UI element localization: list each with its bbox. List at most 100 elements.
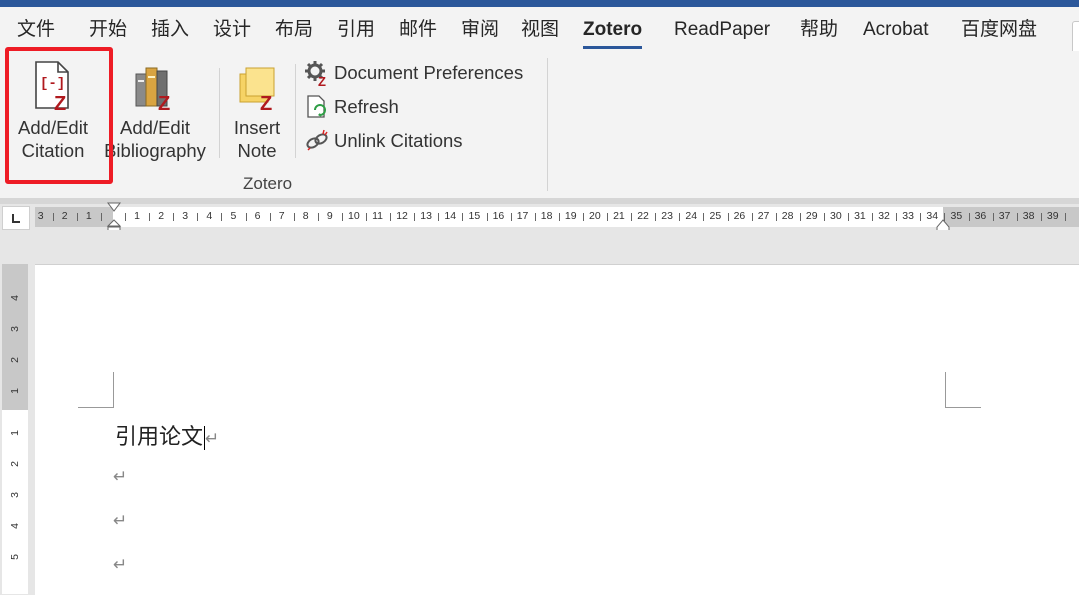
add-edit-bibliography-button[interactable]: Z Add/Edit Bibliography (100, 58, 210, 162)
ruler-label: 9 (326, 210, 333, 222)
unlink-citations-button[interactable]: Unlink Citations (304, 127, 463, 155)
vertical-ruler-label: 5 (8, 554, 21, 560)
ruler-tick (655, 213, 657, 221)
ruler-label: 37 (998, 210, 1011, 222)
ruler-tick (631, 213, 633, 221)
ruler-label: 2 (158, 210, 165, 222)
ruler-label: 4 (206, 210, 213, 222)
ruler-label: 17 (516, 210, 529, 222)
tab-acrobat[interactable]: Acrobat (863, 17, 928, 43)
paragraph-mark: ↵ (205, 429, 220, 449)
tab-view[interactable]: 视图 (521, 17, 559, 43)
unlink-citations-label: Unlink Citations (334, 130, 463, 151)
ribbon-separator (295, 64, 296, 158)
ruler-label: 32 (878, 210, 890, 222)
gear-icon: Z (305, 61, 326, 86)
ribbon-group-separator (547, 58, 548, 191)
ribbon-separator (219, 68, 220, 158)
bibliography-books-icon: Z (135, 67, 170, 115)
ruler-label: 16 (492, 210, 505, 222)
ruler-tick (317, 213, 319, 221)
svg-text:Z: Z (158, 93, 170, 115)
tab-readpaper[interactable]: ReadPaper (674, 17, 770, 43)
vertical-ruler-label: 3 (8, 326, 21, 332)
add-edit-bibliography-label-1: Add/Edit (120, 117, 190, 138)
ruler-label: 21 (613, 210, 625, 222)
ruler-tick (76, 213, 78, 221)
crop-mark-top-right (945, 372, 946, 408)
ruler-tick (896, 213, 898, 221)
document-preferences-label: Document Preferences (334, 62, 524, 83)
ruler-tick (920, 213, 922, 221)
refresh-button[interactable]: Refresh (304, 93, 399, 121)
ruler-tick (510, 213, 512, 221)
insert-note-button[interactable]: Z Insert Note (226, 58, 288, 162)
tab-home[interactable]: 开始 (89, 17, 127, 43)
ruler-tick (149, 213, 151, 221)
tab-insert[interactable]: 插入 (151, 17, 189, 43)
ruler-label: 20 (589, 210, 601, 222)
insert-note-label-1: Insert (233, 117, 281, 138)
vertical-ruler[interactable]: 4 3 2 1 1 2 3 4 5 (2, 264, 28, 594)
ruler-tick (390, 213, 392, 221)
ruler-tick (534, 213, 536, 221)
tab-file[interactable]: 文件 (17, 17, 55, 43)
note-icon: Z (239, 67, 275, 115)
ruler-label: 11 (372, 210, 383, 222)
ribbon-tab-bar: 文件 开始 插入 设计 布局 引用 邮件 审阅 视图 Zotero ReadPa… (0, 7, 1079, 55)
tab-baidu-netdisk[interactable]: 百度网盘 (961, 17, 1037, 43)
ruler-label: 15 (468, 210, 481, 222)
highlight-box (5, 47, 113, 184)
ruler-tick (703, 213, 705, 221)
insert-note-label-2: Note (237, 140, 277, 161)
tab-review[interactable]: 审阅 (461, 17, 499, 43)
tab-layout[interactable]: 布局 (275, 17, 313, 43)
search-box[interactable] (1072, 21, 1079, 55)
document-paragraph[interactable]: 引用论文 ↵ (115, 419, 219, 451)
ruler-tick (269, 213, 271, 221)
tab-design[interactable]: 设计 (213, 17, 251, 43)
vertical-ruler-label: 1 (8, 430, 21, 436)
paragraph-mark: ↵ (113, 511, 128, 531)
paragraph-mark: ↵ (113, 467, 128, 487)
tab-references[interactable]: 引用 (337, 17, 375, 43)
tab-mailings[interactable]: 邮件 (399, 17, 437, 43)
ruler-tick (197, 213, 199, 221)
crop-mark-top-right (945, 407, 981, 408)
ruler-tick (293, 213, 295, 221)
refresh-icon (307, 95, 326, 118)
ruler-label: 31 (854, 210, 866, 222)
ruler-tick (414, 213, 416, 221)
ruler-tick (366, 213, 368, 221)
vertical-ruler-label: 1 (8, 388, 21, 394)
ruler-label: 35 (950, 210, 963, 222)
tab-help[interactable]: 帮助 (800, 17, 838, 43)
ruler-label: 24 (685, 210, 698, 222)
vertical-ruler-label: 3 (8, 492, 21, 498)
ruler-label: 6 (254, 210, 261, 222)
ruler-label: 36 (974, 210, 987, 222)
tab-zotero[interactable]: Zotero (583, 17, 643, 49)
ruler-label: 39 (1046, 210, 1059, 222)
tab-stop-selector[interactable] (2, 206, 30, 230)
vertical-ruler-label: 4 (8, 295, 21, 301)
ruler-label: 25 (709, 210, 722, 222)
document-text: 引用论文 (115, 425, 204, 450)
ruler-tick (727, 213, 729, 221)
ruler-tick (486, 213, 488, 221)
horizontal-ruler[interactable]: 3 2 1 1 2 3 4 5 6 7 8 9 10 11 12 13 14 15 16 17 18 19 20 21 22 23… (35, 207, 1079, 227)
refresh-label: Refresh (334, 96, 399, 117)
paragraph-mark: ↵ (113, 555, 128, 575)
vertical-ruler-label: 4 (8, 523, 21, 529)
ruler-tick (992, 213, 994, 221)
ruler-tick (607, 213, 609, 221)
ruler-label: 12 (396, 210, 408, 222)
ruler-label: 23 (661, 210, 673, 222)
ruler-tick (1040, 213, 1042, 221)
ruler-label: 19 (564, 210, 577, 222)
ruler-label: 3 (182, 210, 189, 222)
ruler-label: 27 (757, 210, 770, 222)
ruler-tick (775, 213, 777, 221)
ruler-tick (679, 213, 681, 221)
document-preferences-button[interactable]: Z Document Preferences (304, 59, 523, 87)
